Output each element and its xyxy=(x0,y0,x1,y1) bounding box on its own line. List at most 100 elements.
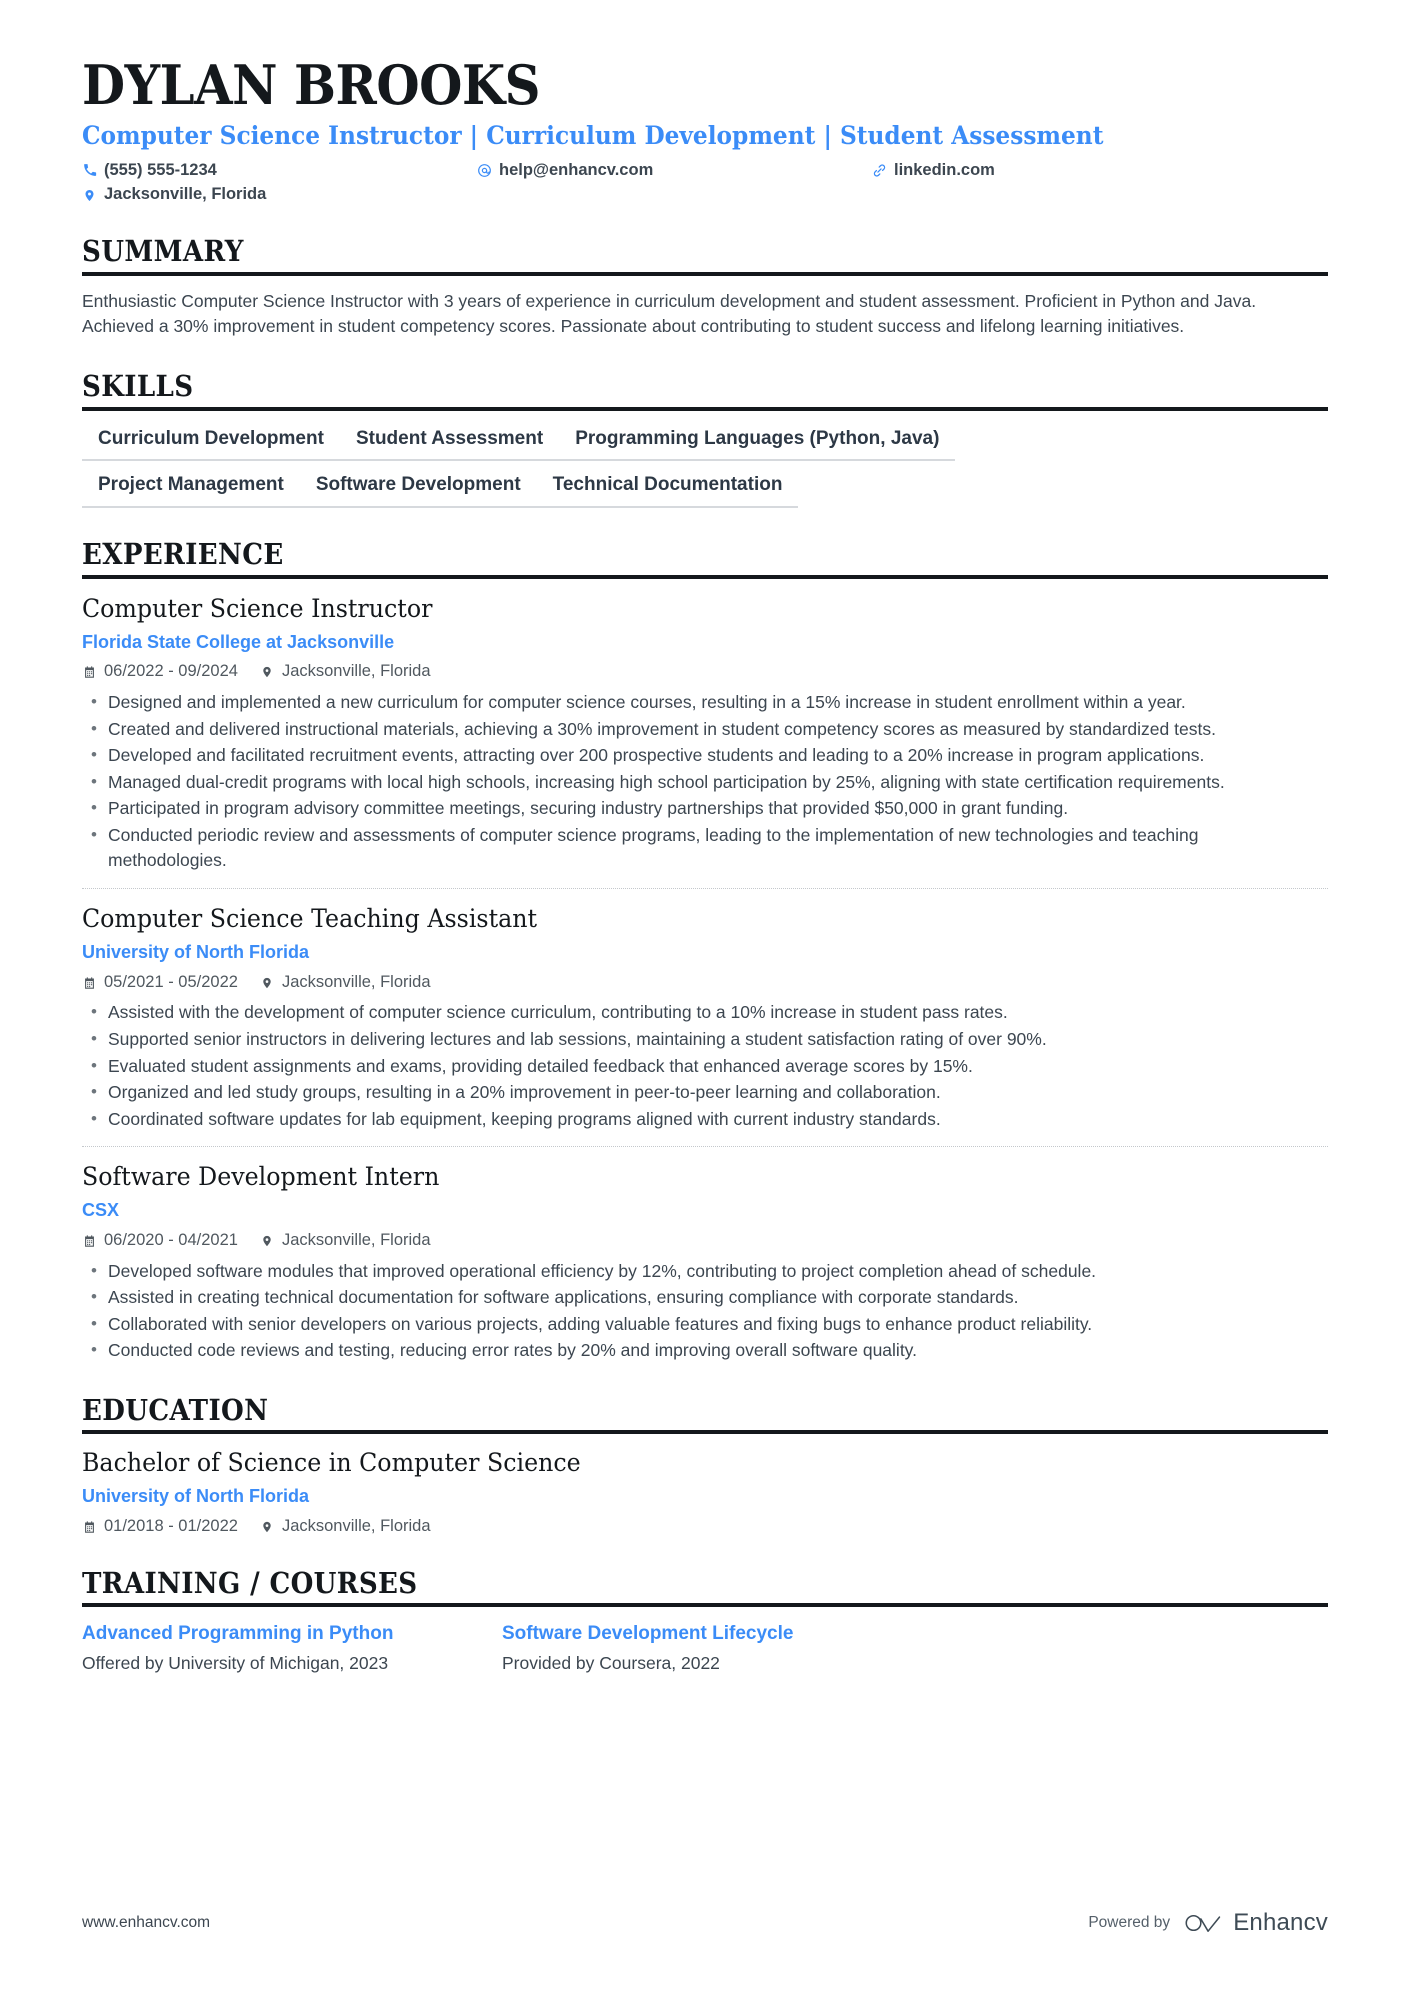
section-divider xyxy=(82,406,1328,411)
job-location-text: Jacksonville, Florida xyxy=(281,662,431,681)
course-provider: Provided by Coursera, 2022 xyxy=(502,1653,720,1674)
footer-url[interactable]: www.enhancv.com xyxy=(82,1914,210,1932)
contact-location-text: Jacksonville, Florida xyxy=(104,185,267,204)
bullet-marker: • xyxy=(91,1028,97,1048)
experience-section: EXPERIENCE Computer Science Instructor F… xyxy=(82,538,1328,1364)
bullet-item: • Conducted code reviews and testing, red… xyxy=(82,1338,1328,1364)
location-pin-icon xyxy=(260,1233,275,1249)
skills-section: SKILLS Curriculum Development Student As… xyxy=(82,370,1328,509)
location-pin-icon xyxy=(260,664,275,680)
bullet-marker: • xyxy=(91,1260,97,1280)
experience-entry: Computer Science Instructor Florida Stat… xyxy=(82,579,1328,874)
job-bullets: • Designed and implemented a new curricul… xyxy=(82,690,1328,874)
bullet-text: Conducted periodic review and assessment… xyxy=(108,824,1199,871)
education-meta: 01/2018 - 01/2022 Jacksonville, Florida xyxy=(82,1517,1328,1537)
job-dates-text: 06/2022 - 09/2024 xyxy=(104,662,238,681)
skill-chip: Student Assessment xyxy=(339,428,560,462)
job-bullets: • Developed software modules that improve… xyxy=(82,1259,1328,1364)
summary-section-title: SUMMARY xyxy=(82,234,244,269)
enhancv-logo: Enhancv xyxy=(1184,1911,1328,1935)
job-meta: 06/2022 - 09/2024 Jacksonville, Florida xyxy=(82,662,1328,682)
education-location: Jacksonville, Florida xyxy=(260,1517,431,1537)
contact-row-1: (555) 555-1234 help@enhancv.com linkedin… xyxy=(82,161,1328,181)
job-location: Jacksonville, Florida xyxy=(260,973,431,993)
section-divider xyxy=(82,1603,1328,1608)
summary-text: Enthusiastic Computer Science Instructor… xyxy=(82,290,1257,337)
course-name[interactable]: Software Development Lifecycle xyxy=(502,1622,922,1646)
bullet-item: • Developed and facilitated recruitment e… xyxy=(82,743,1328,769)
bullet-item: • Participated in program advisory commit… xyxy=(82,796,1328,822)
candidate-name: DYLAN BROOKS xyxy=(82,53,541,117)
bullet-text: Managed dual-credit programs with local … xyxy=(108,771,1225,792)
location-pin-icon xyxy=(260,1519,275,1535)
job-location: Jacksonville, Florida xyxy=(260,662,431,682)
email-at-icon xyxy=(477,162,492,178)
bullet-text: Developed and facilitated recruitment ev… xyxy=(108,745,1205,766)
experience-section-title: EXPERIENCE xyxy=(82,537,284,572)
bullet-item: • Assisted with the development of comput… xyxy=(82,1000,1328,1026)
bullet-text: Evaluated student assignments and exams,… xyxy=(108,1055,973,1076)
contact-linkedin-text: linkedin.com xyxy=(894,160,995,179)
degree-title: Bachelor of Science in Computer Science xyxy=(82,1448,581,1479)
bullet-marker: • xyxy=(91,745,97,765)
bullet-item: • Managed dual-credit programs with local… xyxy=(82,770,1328,796)
bullet-item: • Collaborated with senior developers on … xyxy=(82,1312,1328,1338)
contact-row-2: Jacksonville, Florida xyxy=(82,185,1328,205)
job-dates-text: 05/2021 - 05/2022 xyxy=(104,972,238,991)
skill-chip: Curriculum Development xyxy=(82,428,340,462)
bullet-marker: • xyxy=(91,1002,97,1022)
skills-row: Curriculum Development Student Assessmen… xyxy=(82,428,1328,462)
phone-icon xyxy=(82,162,97,178)
bullet-text: Participated in program advisory committ… xyxy=(108,798,1069,819)
course-name[interactable]: Advanced Programming in Python xyxy=(82,1622,502,1646)
calendar-icon xyxy=(82,1519,97,1535)
skills-list: Curriculum Development Student Assessmen… xyxy=(82,428,1328,509)
contact-phone-text: (555) 555-1234 xyxy=(104,160,217,179)
brand-wordmark: Enhancv xyxy=(1233,1909,1328,1936)
brand-block: Powered by Enhancv xyxy=(1088,1911,1328,1935)
location-pin-icon xyxy=(82,187,97,203)
enhancv-mark-icon xyxy=(1185,1914,1221,1932)
job-company[interactable]: Florida State College at Jacksonville xyxy=(82,632,1328,654)
job-meta: 05/2021 - 05/2022 Jacksonville, Florida xyxy=(82,973,1328,993)
training-section-title: TRAINING / COURSES xyxy=(82,1565,418,1600)
contact-linkedin[interactable]: linkedin.com xyxy=(872,161,995,181)
school-name[interactable]: University of North Florida xyxy=(82,1486,1328,1508)
bullet-marker: • xyxy=(91,1108,97,1128)
bullet-text: Assisted with the development of compute… xyxy=(108,1002,1008,1023)
contact-email[interactable]: help@enhancv.com xyxy=(477,161,872,181)
courses-list: Advanced Programming in Python Offered b… xyxy=(82,1622,1328,1675)
location-pin-icon xyxy=(260,975,275,991)
job-company[interactable]: University of North Florida xyxy=(82,942,1328,964)
bullet-text: Created and delivered instructional mate… xyxy=(108,718,1216,739)
experience-entry: Software Development Intern CSX 06/2020 … xyxy=(82,1146,1328,1364)
job-company[interactable]: CSX xyxy=(82,1200,1328,1222)
education-dates-text: 01/2018 - 01/2022 xyxy=(104,1517,238,1536)
bullet-marker: • xyxy=(91,824,97,844)
bullet-marker: • xyxy=(91,1340,97,1360)
course-item: Software Development Lifecycle Provided … xyxy=(502,1622,922,1675)
bullet-item: • Designed and implemented a new curricul… xyxy=(82,690,1328,716)
calendar-icon xyxy=(82,975,97,991)
bullet-text: Coordinated software updates for lab equ… xyxy=(108,1108,941,1129)
skill-chip: Software Development xyxy=(299,474,537,509)
skill-chip: Project Management xyxy=(82,474,300,509)
job-dates-text: 06/2020 - 04/2021 xyxy=(104,1230,238,1249)
skills-row: Project Management Software Development … xyxy=(82,474,1328,509)
job-title: Software Development Intern xyxy=(82,1162,440,1193)
resume-header: DYLAN BROOKS Computer Science Instructor… xyxy=(82,56,1328,205)
summary-section: SUMMARY Enthusiastic Computer Science In… xyxy=(82,235,1328,340)
job-location-text: Jacksonville, Florida xyxy=(281,1230,431,1249)
course-item: Advanced Programming in Python Offered b… xyxy=(82,1622,502,1675)
job-dates: 06/2020 - 04/2021 xyxy=(82,1231,238,1251)
job-location: Jacksonville, Florida xyxy=(260,1231,431,1251)
bullet-item: • Organized and led study groups, resulti… xyxy=(82,1080,1328,1106)
calendar-icon xyxy=(82,664,97,680)
link-icon xyxy=(872,162,887,178)
contact-phone[interactable]: (555) 555-1234 xyxy=(82,161,477,181)
education-section: EDUCATION Bachelor of Science in Compute… xyxy=(82,1393,1328,1537)
bullet-text: Conducted code reviews and testing, redu… xyxy=(108,1340,917,1361)
education-entry: Bachelor of Science in Computer Science … xyxy=(82,1434,1328,1537)
experience-entry: Computer Science Teaching Assistant Univ… xyxy=(82,887,1328,1132)
bullet-item: • Conducted periodic review and assessmen… xyxy=(82,823,1328,874)
